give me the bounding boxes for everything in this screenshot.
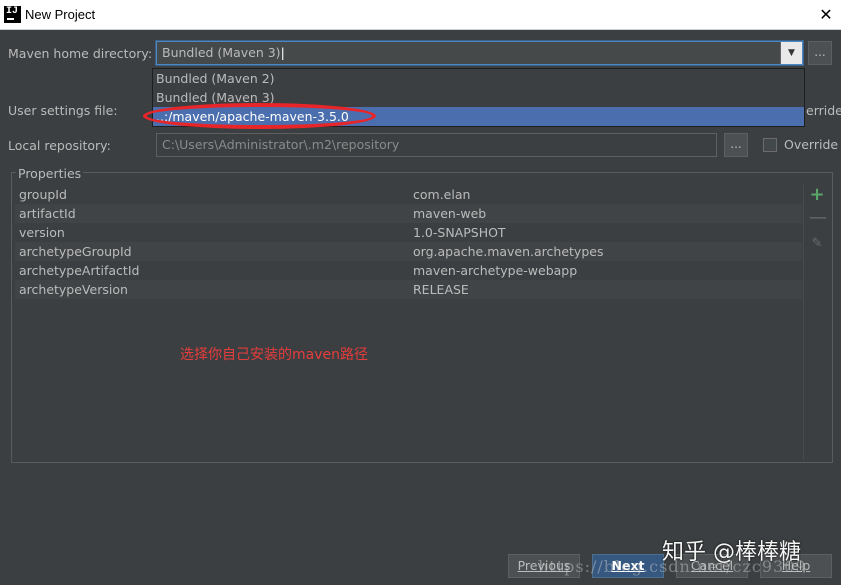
property-value[interactable]: org.apache.maven.archetypes (413, 242, 603, 261)
properties-table[interactable]: groupId com.elan artifactId maven-web ve… (15, 185, 802, 460)
property-key: archetypeArtifactId (19, 263, 140, 278)
local-repo-override-label[interactable]: Override (784, 137, 838, 152)
maven-home-combo[interactable]: Bundled (Maven 3)| ▼ (156, 41, 803, 65)
annotation-note: 选择你自己安装的maven路径 (180, 347, 368, 363)
maven-home-browse-button[interactable]: ... (808, 41, 832, 65)
table-row[interactable]: groupId com.elan (15, 185, 802, 204)
user-settings-label: User settings file: (8, 103, 118, 118)
local-repo-label: Local repository: (8, 138, 111, 153)
remove-icon[interactable]: — (809, 209, 827, 227)
table-row[interactable]: archetypeGroupId org.apache.maven.archet… (15, 242, 802, 261)
add-icon[interactable]: + (809, 186, 825, 204)
maven-home-value: Bundled (Maven 3) (162, 45, 281, 60)
user-settings-override-label[interactable]: erride (806, 103, 841, 118)
maven-home-dropdown[interactable]: Bundled (Maven 2) Bundled (Maven 3) ..:/… (152, 68, 805, 127)
close-icon[interactable]: ✕ (811, 0, 841, 30)
property-key: version (19, 225, 65, 240)
pencil-icon[interactable]: ✎ (809, 236, 825, 252)
table-row[interactable]: artifactId maven-web (15, 204, 802, 223)
table-row[interactable]: version 1.0-SNAPSHOT (15, 223, 802, 242)
property-key: artifactId (19, 206, 76, 221)
table-row[interactable]: archetypeVersion RELEASE (15, 280, 802, 299)
zhihu-watermark: 知乎 @棒棒糖 (662, 540, 801, 565)
window-title: New Project (25, 7, 96, 22)
property-value[interactable]: maven-web (413, 204, 486, 223)
local-repo-value: C:\Users\Administrator\.m2\repository (162, 137, 400, 152)
property-value[interactable]: com.elan (413, 185, 470, 204)
properties-title: Properties (16, 166, 84, 181)
property-value[interactable]: 1.0-SNAPSHOT (413, 223, 506, 242)
intellij-logo-icon: IJ (4, 6, 21, 23)
dropdown-item-maven3[interactable]: Bundled (Maven 3) (153, 88, 804, 107)
local-repo-browse-button[interactable]: ... (724, 133, 748, 157)
local-repo-field[interactable]: C:\Users\Administrator\.m2\repository (156, 133, 717, 157)
property-key: archetypeGroupId (19, 244, 132, 259)
title-bar: IJ New Project ✕ (0, 0, 841, 30)
local-repo-override-checkbox[interactable] (763, 138, 777, 152)
dropdown-item-maven2[interactable]: Bundled (Maven 2) (153, 69, 804, 88)
table-row[interactable]: archetypeArtifactId maven-archetype-weba… (15, 261, 802, 280)
dropdown-item-custom-maven[interactable]: ..:/maven/apache-maven-3.5.0 (153, 107, 804, 126)
property-key: archetypeVersion (19, 282, 128, 297)
property-key: groupId (19, 187, 67, 202)
property-value[interactable]: RELEASE (413, 280, 469, 299)
properties-toolbar: + — ✎ (803, 185, 829, 460)
property-value[interactable]: maven-archetype-webapp (413, 261, 577, 280)
maven-home-label: Maven home directory: (8, 46, 153, 61)
chevron-down-icon[interactable]: ▼ (780, 42, 802, 64)
